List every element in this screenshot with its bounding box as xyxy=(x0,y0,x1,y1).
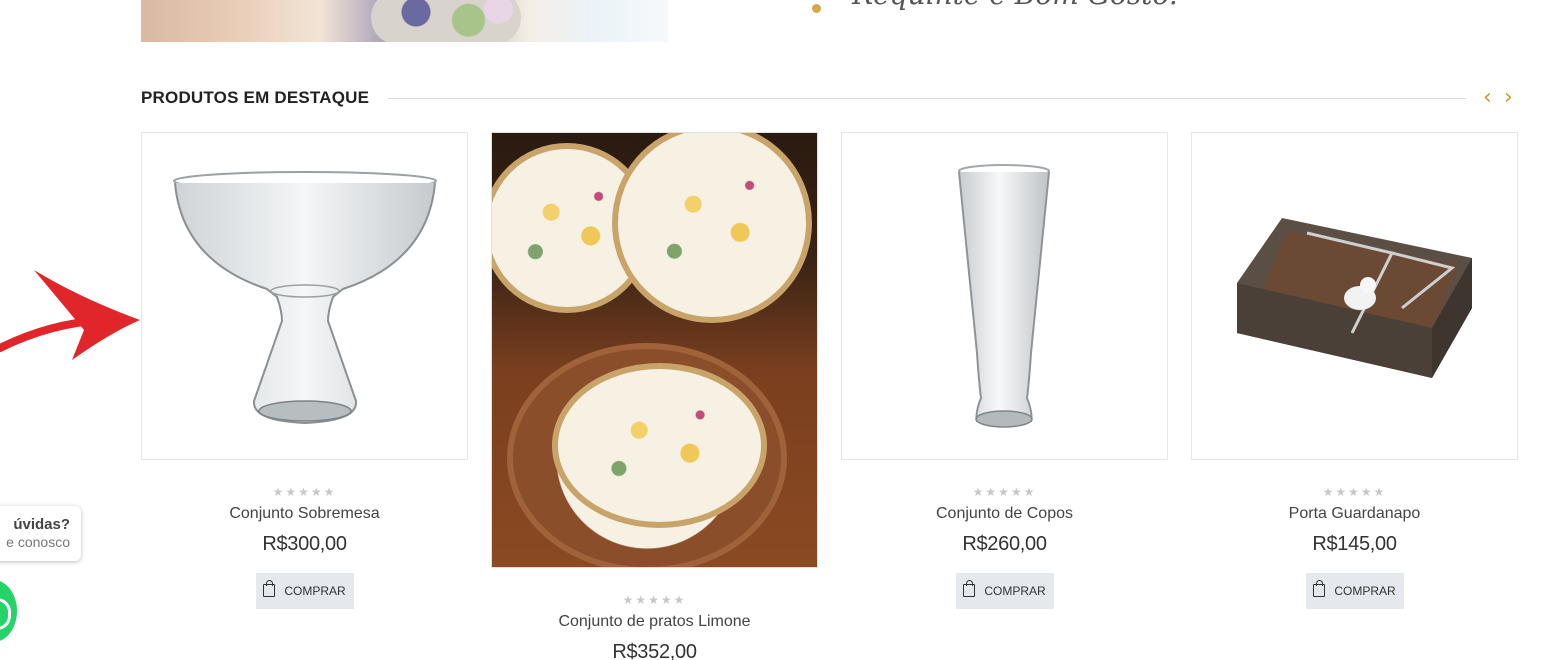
product-image[interactable] xyxy=(491,132,818,568)
banner-image[interactable] xyxy=(141,0,668,42)
help-title: úvidas? xyxy=(13,516,70,533)
rating-stars: ★★★★★ xyxy=(622,593,687,607)
product-price: R$352,00 xyxy=(612,641,697,660)
help-subtitle: e conosco xyxy=(6,534,70,550)
rating-stars: ★★★★★ xyxy=(972,485,1037,499)
shopping-bag-icon xyxy=(963,580,976,597)
rating-stars: ★★★★★ xyxy=(1322,485,1387,499)
buy-button-label: COMPRAR xyxy=(984,584,1046,598)
product-card[interactable]: ★★★★★ Conjunto Sobremesa R$300,00 COMPRA… xyxy=(141,132,468,609)
dessert-bowl-image xyxy=(173,171,437,425)
whatsapp-icon[interactable] xyxy=(0,580,17,642)
napkin-holder-image xyxy=(1237,218,1472,378)
product-card[interactable]: ★★★★★ Conjunto de pratos Limone R$352,00 xyxy=(491,132,818,660)
red-arrow-icon xyxy=(0,270,140,360)
product-name[interactable]: Conjunto Sobremesa xyxy=(141,505,468,523)
shopping-bag-icon xyxy=(1313,580,1326,597)
product-image[interactable] xyxy=(141,132,468,460)
product-price: R$260,00 xyxy=(962,533,1047,555)
rating-stars: ★★★★★ xyxy=(272,485,337,499)
product-image[interactable] xyxy=(1191,132,1518,460)
buy-button-label: COMPRAR xyxy=(284,584,346,598)
product-name[interactable]: Porta Guardanapo xyxy=(1191,505,1518,523)
product-card[interactable]: ★★★★★ Conjunto de Copos R$260,00 COMPRAR xyxy=(841,132,1168,609)
help-chat-bubble[interactable]: úvidas? e conosco xyxy=(0,506,81,561)
bouquet-photo xyxy=(371,0,521,42)
banner-text: Requinte e Bom Gosto. xyxy=(852,0,1178,11)
section-divider xyxy=(388,98,1466,99)
product-price: R$300,00 xyxy=(262,533,347,555)
buy-button[interactable]: COMPRAR xyxy=(955,573,1054,609)
buy-button[interactable]: COMPRAR xyxy=(255,573,354,609)
product-image[interactable] xyxy=(841,132,1168,460)
shopping-bag-icon xyxy=(263,580,276,597)
slider-dot[interactable] xyxy=(812,4,821,13)
product-name[interactable]: Conjunto de pratos Limone xyxy=(491,613,818,631)
tall-glass-image xyxy=(958,164,1050,428)
buy-button[interactable]: COMPRAR xyxy=(1305,573,1404,609)
section-title: PRODUTOS EM DESTAQUE xyxy=(141,88,370,107)
plates-photo xyxy=(492,133,817,567)
chevron-right-icon[interactable]: › xyxy=(1504,86,1513,110)
product-card[interactable]: ★★★★★ Porta Guardanapo R$145,00 COMPRAR xyxy=(1191,132,1518,609)
product-name[interactable]: Conjunto de Copos xyxy=(841,505,1168,523)
buy-button-label: COMPRAR xyxy=(1334,584,1396,598)
chevron-left-icon[interactable]: ‹ xyxy=(1483,86,1492,110)
product-price: R$145,00 xyxy=(1312,533,1397,555)
